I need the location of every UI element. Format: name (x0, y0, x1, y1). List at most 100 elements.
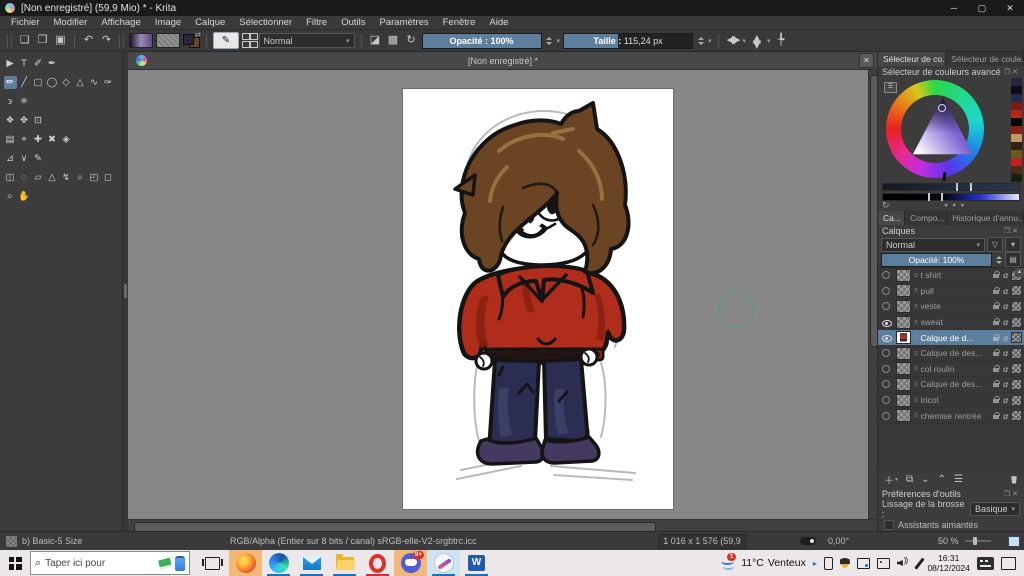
crop-tool[interactable]: ⊡ (32, 114, 45, 127)
history-swatch[interactable] (1011, 158, 1022, 166)
similar-select-tool[interactable]: ⌕ (74, 171, 87, 184)
alpha-lock-icon[interactable]: α (1003, 286, 1008, 296)
tab-compositions[interactable]: Compo... (905, 211, 948, 225)
foreground-background-colors[interactable]: ⇄ (183, 32, 201, 48)
lock-icon[interactable] (993, 286, 1001, 295)
gradient-chooser[interactable] (129, 33, 153, 48)
inherit-alpha-icon[interactable] (1011, 378, 1022, 390)
close-button[interactable]: ✕ (996, 0, 1024, 16)
touchpad-icon[interactable] (876, 557, 890, 569)
zoom-tool[interactable]: ⌕ (4, 190, 17, 203)
history-swatch[interactable] (1011, 150, 1022, 158)
layer-row[interactable]: ↄ col roulin α (878, 362, 1024, 378)
taskbar-mail[interactable] (295, 550, 328, 576)
gradient-tool[interactable]: ▤ (4, 133, 17, 146)
assistants-tool[interactable]: ∨ (18, 152, 31, 165)
opacity-dropdown-icon[interactable]: ▾ (557, 37, 561, 45)
taskbar-firefox[interactable] (229, 550, 262, 576)
brush-editor-button[interactable]: ✎ (213, 32, 239, 49)
delete-layer-button[interactable] (1010, 475, 1018, 484)
measure-tool[interactable]: ⊿ (4, 152, 17, 165)
redo-icon[interactable]: ↷ (99, 33, 114, 48)
ellipse-tool[interactable]: ◯ (46, 76, 59, 89)
history-swatch[interactable] (1011, 78, 1022, 86)
taskbar-discord[interactable]: 9+ (394, 550, 427, 576)
layer-row[interactable]: ↄ chemise rentrée α (878, 408, 1024, 424)
canvas-page[interactable] (402, 88, 674, 510)
menu-parametres[interactable]: Paramètres (373, 16, 436, 29)
menu-filtre[interactable]: Filtre (299, 16, 334, 29)
taskbar-search[interactable]: ⌕ Taper ici pour (30, 551, 190, 575)
eraser-toggle-icon[interactable]: ◪ (368, 33, 383, 48)
fill-tool[interactable]: ◈ (60, 133, 73, 146)
close-docker-icon[interactable]: ✕ (1012, 69, 1020, 76)
toolbar-grip[interactable] (119, 33, 124, 48)
history-swatch[interactable] (1011, 94, 1022, 102)
layer-row[interactable]: ↄ tricot α (878, 393, 1024, 409)
alpha-lock-icon[interactable]: α (1003, 317, 1008, 327)
menu-fenetre[interactable]: Fenêtre (436, 16, 483, 29)
hidden-icons-chevron[interactable]: ▸ (813, 559, 817, 568)
layer-opacity-slider[interactable]: Opacité: 100% (881, 252, 992, 267)
contiguous-select-tool[interactable]: ◻ (102, 171, 115, 184)
text-tool[interactable]: T (18, 57, 31, 70)
polygon-tool[interactable]: ◇ (60, 76, 73, 89)
volume-icon[interactable] (897, 556, 911, 568)
history-swatch[interactable] (1011, 174, 1022, 182)
colorspace-label[interactable]: RGB/Alpha (Entier sur 8 bits / canal) sR… (230, 536, 477, 546)
history-swatch[interactable] (1011, 110, 1022, 118)
document-tab-title[interactable]: [Non enregistré] * (147, 56, 859, 66)
visibility-hidden-icon[interactable] (882, 349, 893, 357)
inherit-alpha-icon[interactable] (1011, 410, 1022, 422)
lock-icon[interactable] (993, 411, 1001, 420)
inherit-alpha-icon[interactable] (1011, 347, 1022, 359)
hue-ring[interactable] (886, 80, 984, 182)
smart-patch-tool[interactable]: ✖ (46, 133, 59, 146)
move-layer-up-button[interactable]: ⌃ (938, 474, 946, 485)
close-document-icon[interactable]: ✕ (859, 53, 874, 68)
mirror-horizontal-options-icon[interactable]: ▾ (743, 37, 747, 45)
minimize-button[interactable]: ─ (940, 0, 968, 16)
undo-icon[interactable]: ↶ (81, 33, 96, 48)
visibility-hidden-icon[interactable] (882, 271, 893, 279)
visibility-eye-icon[interactable] (882, 335, 893, 340)
bezier-curve-tool[interactable]: ∿ (88, 76, 101, 89)
menu-image[interactable]: Image (148, 16, 188, 29)
freehand-brush-tool[interactable]: ✏ (3, 75, 17, 89)
tab-color-selector[interactable]: Sélecteur de co... (878, 52, 947, 66)
mirror-vertical-options-icon[interactable]: ▾ (767, 37, 771, 45)
zoom-slider[interactable] (965, 537, 991, 545)
canvas-viewport[interactable] (128, 70, 878, 520)
add-layer-button[interactable]: ＋ ▾ (884, 472, 898, 487)
blend-mode-dropdown[interactable]: Normal ▾ (258, 33, 355, 48)
inherit-alpha-icon[interactable] (1011, 316, 1022, 328)
snap-icon[interactable]: ╄ (774, 33, 789, 48)
docker-resize-handle[interactable]: ● ● ● (944, 202, 966, 209)
alpha-lock-icon[interactable]: α (1003, 301, 1008, 311)
alpha-lock-icon[interactable]: α (1003, 395, 1008, 405)
lock-icon[interactable] (993, 380, 1001, 388)
brush-preset-label[interactable]: b) Basic-5 Size (22, 536, 83, 546)
opacity-slider[interactable]: Opacité : 100% (421, 32, 542, 49)
alpha-lock-icon[interactable]: α (1003, 333, 1008, 343)
bezier-select-tool[interactable]: ◰ (88, 171, 101, 184)
freehand-select-tool[interactable]: △ (46, 171, 59, 184)
duplicate-layer-button[interactable]: ⧉ (906, 474, 913, 485)
layer-row[interactable]: ↄ veste α (878, 299, 1024, 315)
new-document-icon[interactable]: ❏ (17, 33, 32, 48)
brush-presets-icon[interactable] (242, 32, 258, 49)
pan-tool[interactable]: ✋ (18, 190, 31, 203)
pattern-chooser[interactable] (156, 33, 180, 48)
taskbar-word[interactable] (460, 550, 493, 576)
alpha-lock-icon[interactable]: α (1003, 348, 1008, 358)
select-shapes-tool[interactable]: ▶ (4, 57, 17, 70)
ellipse-select-tool[interactable]: ◌ (18, 171, 31, 184)
layer-properties-button[interactable]: ☰ (954, 474, 963, 485)
zoom-level[interactable]: 50 % (938, 536, 959, 546)
menu-selectionner[interactable]: Sélectionner (232, 16, 299, 29)
history-swatch[interactable] (1011, 102, 1022, 110)
tab-undo-history[interactable]: Historique d'annu... (947, 211, 1024, 225)
reload-preset-icon[interactable]: ↻ (404, 33, 419, 48)
save-icon[interactable]: ▣ (53, 33, 68, 48)
history-swatch[interactable] (1011, 142, 1022, 150)
